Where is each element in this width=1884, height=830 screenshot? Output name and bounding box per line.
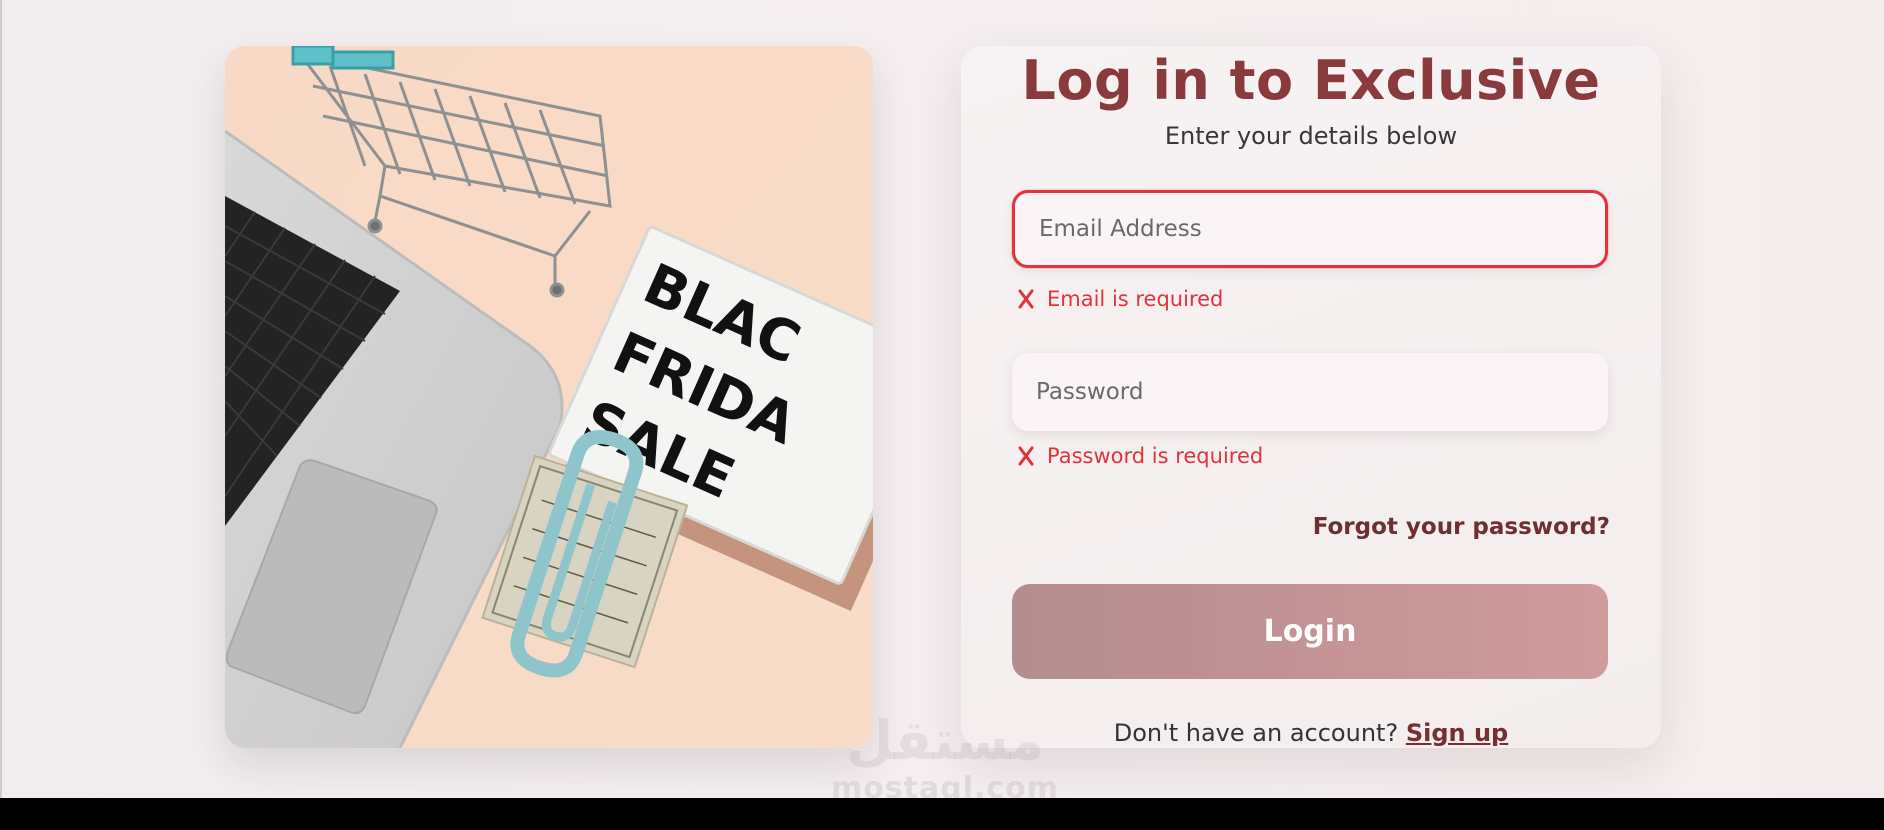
login-button[interactable]: Login xyxy=(1012,584,1608,679)
bottom-taskbar xyxy=(0,798,1884,830)
hero-image: BLAC FRIDA SALE xyxy=(225,46,873,748)
window-left-edge xyxy=(0,0,2,798)
error-x-icon xyxy=(1018,446,1034,466)
password-field-container xyxy=(1012,353,1608,431)
black-friday-illustration: BLAC FRIDA SALE xyxy=(225,46,873,748)
forgot-password-link[interactable]: Forgot your password? xyxy=(1313,510,1610,544)
login-card: Log in to Exclusive Enter your details b… xyxy=(961,46,1661,748)
email-error: Email is required xyxy=(1012,284,1223,314)
signup-link[interactable]: Sign up xyxy=(1406,719,1508,747)
page-subtitle: Enter your details below xyxy=(1164,122,1458,150)
email-field-container xyxy=(1012,190,1608,268)
email-error-text: Email is required xyxy=(1047,287,1224,311)
signup-row: Don't have an account? Sign up xyxy=(961,716,1661,750)
email-input[interactable] xyxy=(1015,193,1605,265)
password-error-text: Password is required xyxy=(1047,444,1264,468)
error-x-icon xyxy=(1018,289,1034,309)
password-input[interactable] xyxy=(1012,353,1608,431)
signup-prompt: Don't have an account? xyxy=(1113,719,1399,747)
page-title: Log in to Exclusive xyxy=(1021,49,1601,112)
password-error: Password is required xyxy=(1012,441,1263,471)
